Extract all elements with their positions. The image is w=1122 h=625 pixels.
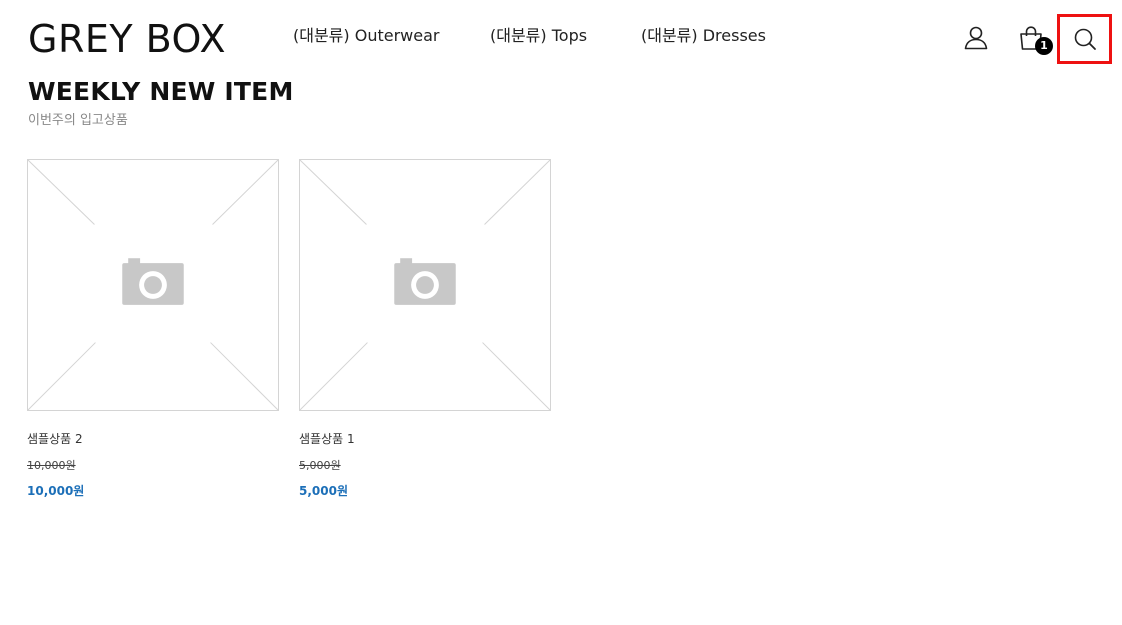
product-original-price: 5,000원 — [299, 459, 341, 472]
cart-button[interactable]: 1 — [1012, 22, 1053, 56]
product-image[interactable] — [299, 159, 551, 411]
section-subtitle: 이번주의 입고상품 — [28, 113, 128, 128]
search-icon — [1074, 28, 1096, 50]
product-card: 샘플상품 1 5,000원 5,000원 — [299, 159, 551, 498]
site-logo[interactable]: GREY BOX — [28, 17, 226, 61]
nav-item-dresses[interactable]: (대분류) Dresses — [641, 25, 766, 47]
account-button[interactable] — [960, 22, 992, 54]
camera-placeholder-icon — [122, 258, 184, 305]
nav-item-tops[interactable]: (대분류) Tops — [490, 25, 587, 47]
site-header: GREY BOX (대분류) Outerwear (대분류) Tops (대분류… — [0, 0, 1122, 76]
cart-count-badge: 1 — [1035, 37, 1053, 55]
section-title: WEEKLY NEW ITEM — [28, 77, 294, 106]
camera-placeholder-icon — [394, 258, 456, 305]
product-name[interactable]: 샘플상품 2 — [27, 431, 83, 447]
user-icon — [964, 26, 988, 50]
product-sale-price: 5,000원 — [299, 484, 348, 498]
product-sale-price: 10,000원 — [27, 484, 85, 498]
nav-item-outerwear[interactable]: (대분류) Outerwear — [293, 25, 439, 47]
search-button[interactable] — [1057, 14, 1112, 64]
product-name[interactable]: 샘플상품 1 — [299, 431, 355, 447]
product-original-price: 10,000원 — [27, 459, 76, 472]
product-card: 샘플상품 2 10,000원 10,000원 — [27, 159, 279, 498]
product-image[interactable] — [27, 159, 279, 411]
